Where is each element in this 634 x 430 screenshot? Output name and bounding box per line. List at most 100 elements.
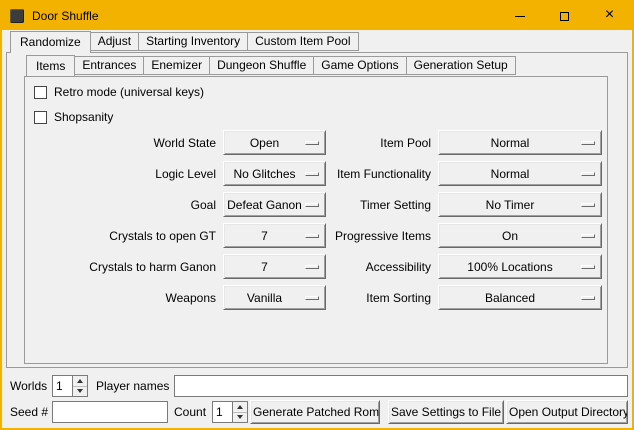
player-names-label: Player names	[96, 375, 169, 397]
seed-label: Seed #	[10, 401, 48, 423]
generate-patched-rom-button[interactable]: Generate Patched Rom	[250, 400, 380, 424]
count-spinbox	[212, 401, 248, 423]
worlds-spin-up-button[interactable]	[73, 376, 87, 387]
worlds-spin-arrows	[72, 376, 87, 396]
right-options-column: Item Pool Normal Item Functionality Norm…	[330, 127, 602, 313]
tab-enemizer[interactable]: Enemizer	[143, 56, 210, 75]
item-sorting-dropdown[interactable]: Balanced	[438, 285, 602, 310]
worlds-label: Worlds	[10, 375, 47, 397]
spin-down-icon	[77, 389, 83, 393]
option-row: Weapons Vanilla	[30, 282, 326, 313]
crystals-open-gt-value: 7	[261, 229, 288, 243]
option-row: Item Functionality Normal	[330, 158, 602, 189]
worlds-spinbox	[52, 375, 88, 397]
close-icon: ×	[605, 7, 614, 23]
open-output-directory-button[interactable]: Open Output Directory	[506, 400, 628, 424]
tab-adjust[interactable]: Adjust	[90, 32, 139, 51]
world-state-label: World State	[30, 136, 216, 150]
titlebar[interactable]: Door Shuffle ×	[2, 2, 632, 30]
timer-setting-dropdown[interactable]: No Timer	[438, 192, 602, 217]
maximize-button[interactable]	[542, 2, 587, 30]
item-pool-label: Item Pool	[330, 136, 431, 150]
window-controls: ×	[497, 2, 632, 30]
outer-tab-bar: Randomize Adjust Starting Inventory Cust…	[10, 31, 359, 53]
dropdown-indicator-icon	[305, 296, 319, 300]
tab-entrances[interactable]: Entrances	[74, 56, 144, 75]
minimize-button[interactable]	[497, 2, 542, 30]
tab-items[interactable]: Items	[26, 55, 75, 77]
option-row: Item Sorting Balanced	[330, 282, 602, 313]
item-functionality-dropdown[interactable]: Normal	[438, 161, 602, 186]
app-icon	[10, 9, 24, 23]
player-names-input[interactable]	[174, 375, 628, 397]
tab-generation-setup[interactable]: Generation Setup	[406, 56, 516, 75]
spin-down-icon	[237, 415, 243, 419]
dropdown-indicator-icon	[305, 203, 319, 207]
option-row: Logic Level No Glitches	[30, 158, 326, 189]
crystals-harm-ganon-dropdown[interactable]: 7	[223, 254, 326, 279]
door-shuffle-window: Door Shuffle × Randomize Adjust Starting…	[0, 0, 634, 430]
count-spin-up-button[interactable]	[233, 402, 247, 413]
option-row: World State Open	[30, 127, 326, 158]
count-spin-down-button[interactable]	[233, 413, 247, 423]
goal-label: Goal	[30, 198, 216, 212]
seed-input[interactable]	[52, 401, 168, 423]
dropdown-indicator-icon	[581, 296, 595, 300]
dropdown-indicator-icon	[581, 234, 595, 238]
crystals-harm-ganon-label: Crystals to harm Ganon	[30, 260, 216, 274]
option-row: Item Pool Normal	[330, 127, 602, 158]
logic-level-label: Logic Level	[30, 167, 216, 181]
option-row: Crystals to harm Ganon 7	[30, 251, 326, 282]
retro-mode-checkbox[interactable]	[34, 86, 47, 99]
logic-level-dropdown[interactable]: No Glitches	[223, 161, 326, 186]
item-pool-value: Normal	[491, 136, 550, 150]
shopsanity-label: Shopsanity	[54, 110, 113, 124]
logic-level-value: No Glitches	[233, 167, 315, 181]
item-pool-dropdown[interactable]: Normal	[438, 130, 602, 155]
worlds-input[interactable]	[53, 376, 72, 396]
shopsanity-row: Shopsanity	[34, 109, 113, 125]
spin-up-icon	[77, 379, 83, 383]
tab-game-options[interactable]: Game Options	[313, 56, 406, 75]
dropdown-indicator-icon	[581, 265, 595, 269]
tab-custom-item-pool[interactable]: Custom Item Pool	[247, 32, 358, 51]
option-row: Crystals to open GT 7	[30, 220, 326, 251]
retro-mode-label: Retro mode (universal keys)	[54, 85, 204, 99]
timer-setting-label: Timer Setting	[330, 198, 431, 212]
retro-mode-row: Retro mode (universal keys)	[34, 84, 204, 100]
dropdown-indicator-icon	[305, 172, 319, 176]
progressive-items-dropdown[interactable]: On	[438, 223, 602, 248]
close-button[interactable]: ×	[587, 2, 632, 30]
tab-starting-inventory[interactable]: Starting Inventory	[138, 32, 248, 51]
tab-dungeon-shuffle[interactable]: Dungeon Shuffle	[209, 56, 314, 75]
crystals-open-gt-dropdown[interactable]: 7	[223, 223, 326, 248]
dropdown-indicator-icon	[305, 141, 319, 145]
dropdown-indicator-icon	[581, 141, 595, 145]
item-sorting-label: Item Sorting	[330, 291, 431, 305]
accessibility-dropdown[interactable]: 100% Locations	[438, 254, 602, 279]
dropdown-indicator-icon	[305, 234, 319, 238]
tab-randomize[interactable]: Randomize	[10, 31, 91, 53]
goal-dropdown[interactable]: Defeat Ganon	[223, 192, 326, 217]
item-sorting-value: Balanced	[485, 291, 555, 305]
worlds-spin-down-button[interactable]	[73, 387, 87, 397]
shopsanity-checkbox[interactable]	[34, 111, 47, 124]
inner-tab-bar: Items Entrances Enemizer Dungeon Shuffle…	[26, 55, 516, 77]
progressive-items-value: On	[502, 229, 538, 243]
save-settings-button[interactable]: Save Settings to File	[388, 400, 504, 424]
minimize-icon	[515, 16, 525, 17]
dropdown-indicator-icon	[581, 172, 595, 176]
item-functionality-value: Normal	[491, 167, 550, 181]
crystals-open-gt-label: Crystals to open GT	[30, 229, 216, 243]
timer-setting-value: No Timer	[486, 198, 555, 212]
weapons-dropdown[interactable]: Vanilla	[223, 285, 326, 310]
window-title: Door Shuffle	[32, 9, 99, 23]
count-input[interactable]	[213, 402, 232, 422]
progressive-items-label: Progressive Items	[330, 229, 431, 243]
maximize-icon	[560, 12, 569, 21]
count-spin-arrows	[232, 402, 247, 422]
dropdown-indicator-icon	[305, 265, 319, 269]
item-functionality-label: Item Functionality	[330, 167, 431, 181]
world-state-dropdown[interactable]: Open	[223, 130, 326, 155]
left-options-column: World State Open Logic Level No Glitches…	[30, 127, 326, 313]
